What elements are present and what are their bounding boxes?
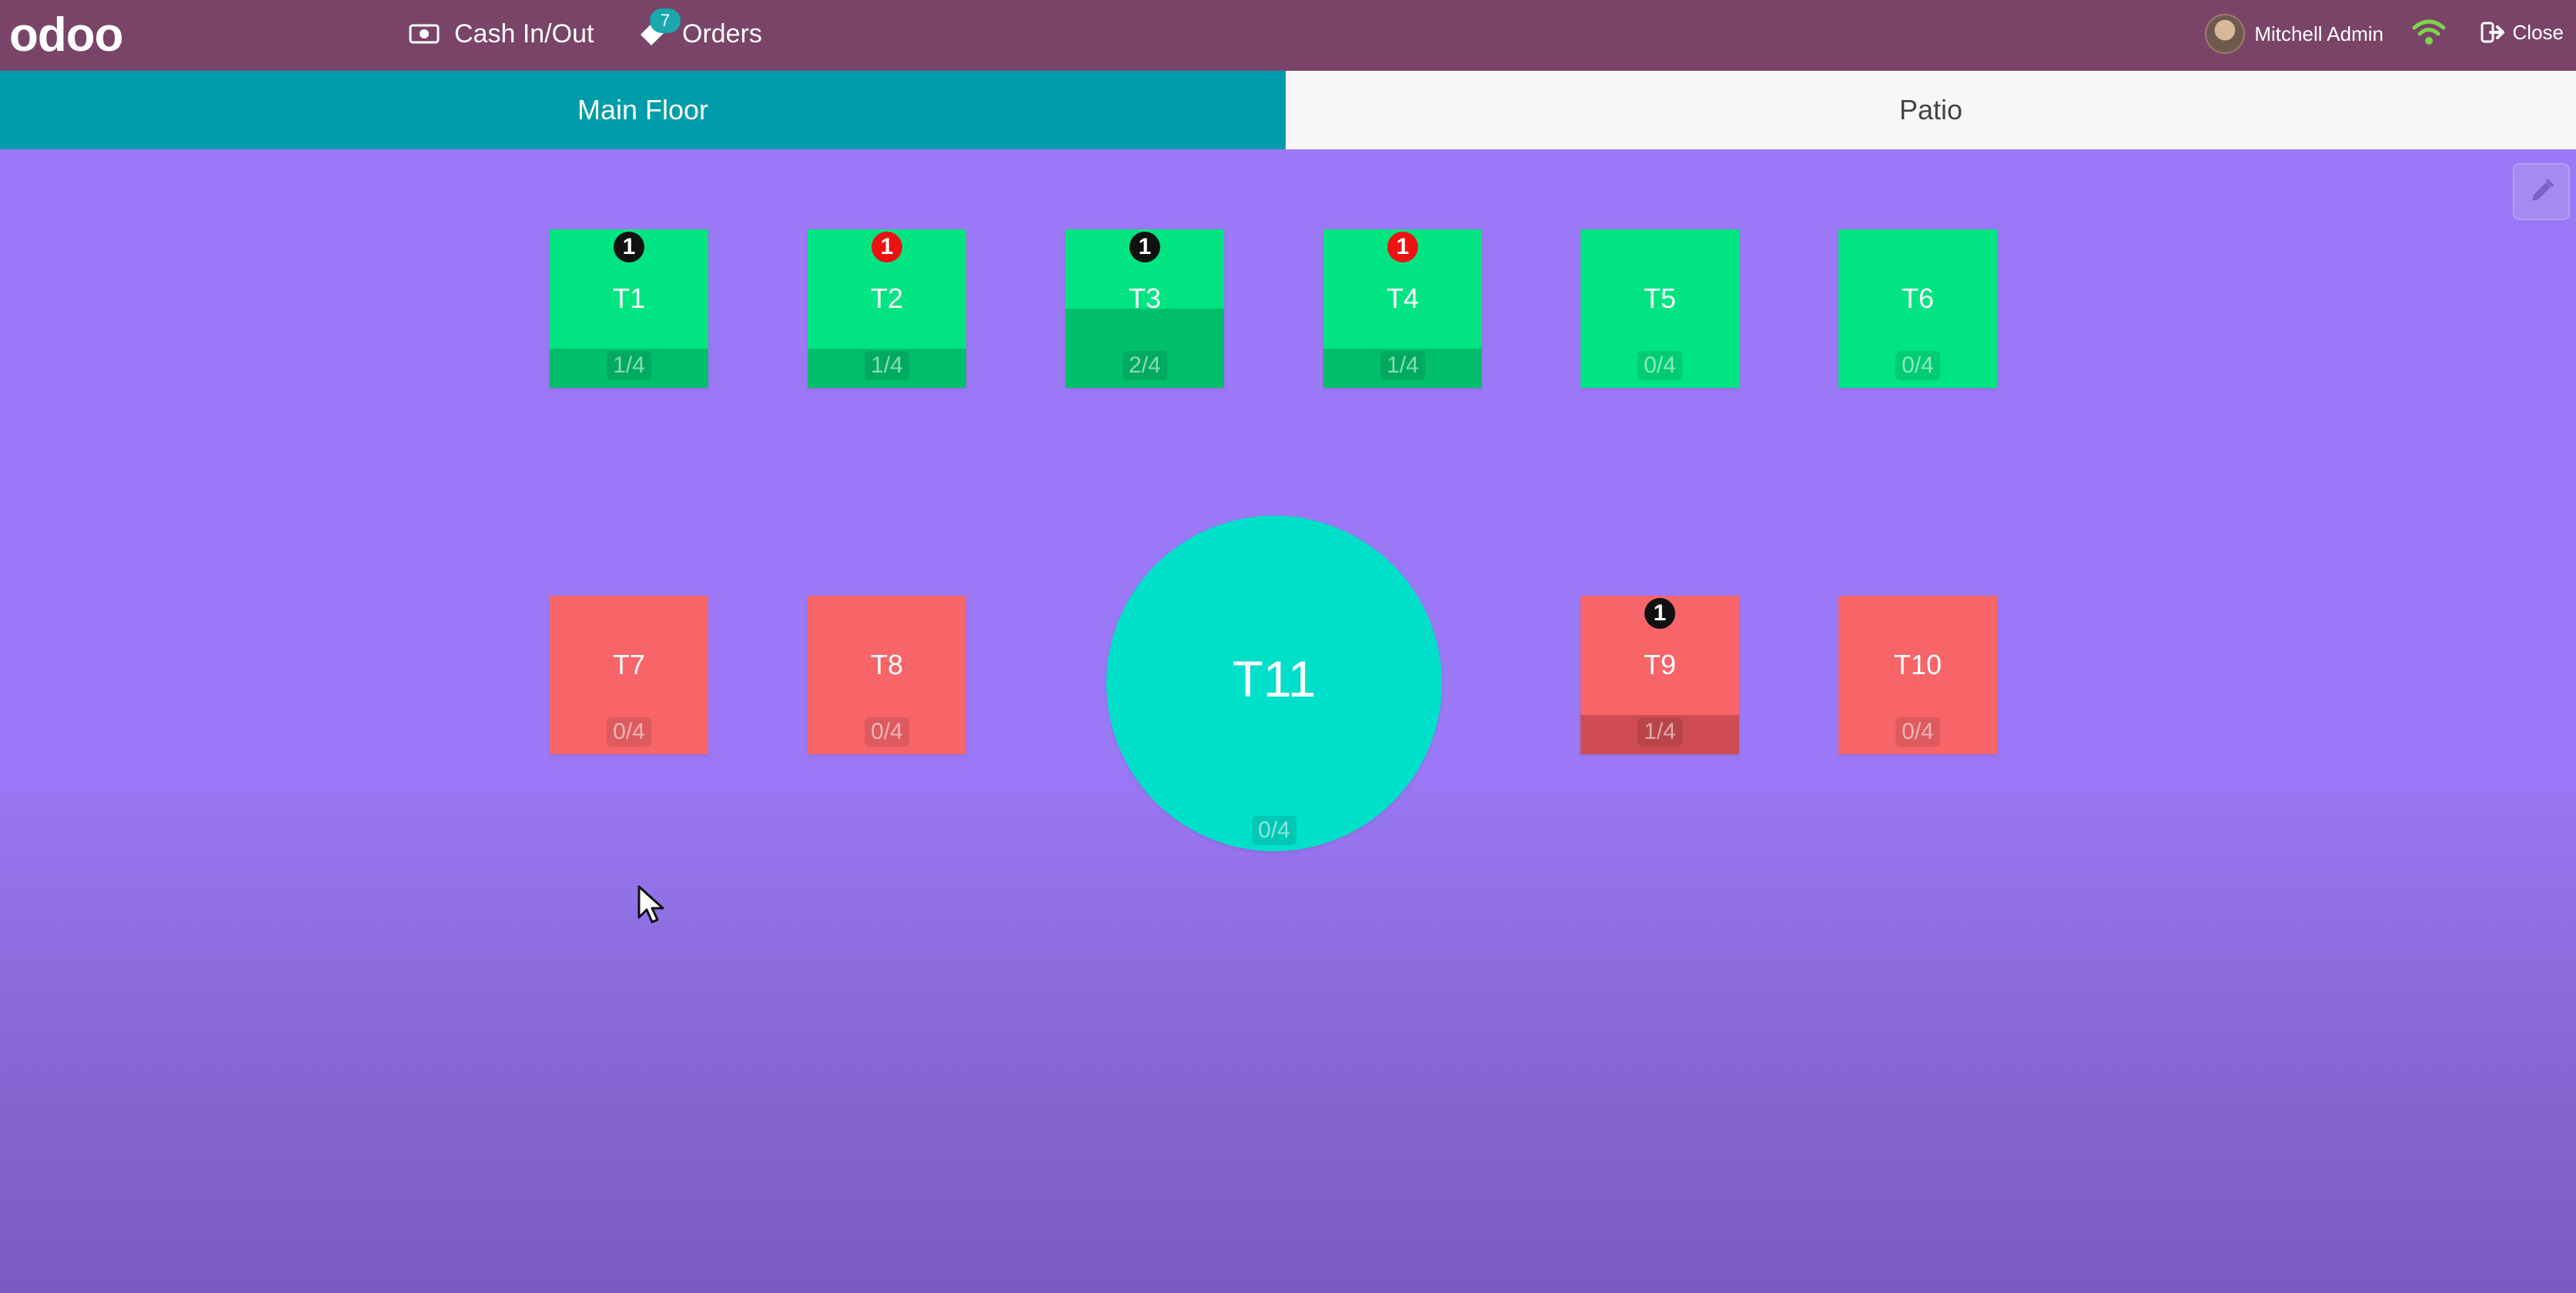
table-name: T9 <box>1643 649 1676 680</box>
table-name: T8 <box>870 649 903 680</box>
table-t3[interactable]: 1 T3 2/4 <box>1066 229 1224 388</box>
table-seats: 1/4 <box>607 351 651 380</box>
table-seats: 0/4 <box>607 717 651 747</box>
table-name: T11 <box>1232 650 1316 707</box>
sign-out-icon <box>2481 22 2504 43</box>
cash-in-out-label: Cash In/Out <box>454 18 594 48</box>
orders-count-badge: 7 <box>650 8 681 33</box>
table-t6[interactable]: T6 0/4 <box>1838 229 1997 388</box>
table-seats: 1/4 <box>865 351 909 380</box>
table-t8[interactable]: T8 0/4 <box>808 596 966 754</box>
table-t11[interactable]: T11 0/4 <box>1106 516 1442 851</box>
table-t10[interactable]: T10 0/4 <box>1838 596 1997 754</box>
order-count-badge: 1 <box>1644 598 1675 629</box>
table-name: T3 <box>1128 282 1161 314</box>
table-name: T7 <box>612 649 645 680</box>
table-seats: 1/4 <box>1638 717 1682 747</box>
table-t9[interactable]: 1 T9 1/4 <box>1581 596 1739 754</box>
table-t4[interactable]: 1 T4 1/4 <box>1323 229 1482 388</box>
pencil-icon <box>2532 179 2554 201</box>
cash-icon <box>408 18 440 50</box>
tab-patio[interactable]: Patio <box>1286 71 2576 150</box>
orders-label: Orders <box>682 18 762 48</box>
mouse-cursor-icon <box>637 885 664 924</box>
table-seats: 1/4 <box>1380 351 1425 380</box>
table-seats: 0/4 <box>1638 351 1682 380</box>
table-t2[interactable]: 1 T2 1/4 <box>808 229 966 388</box>
top-bar: odoo Cash In/Out 7 Orders Mitchell Admin… <box>0 0 2576 71</box>
cash-in-out-button[interactable]: Cash In/Out <box>408 12 594 55</box>
close-label: Close <box>2512 20 2564 44</box>
table-seats: 2/4 <box>1122 351 1167 380</box>
edit-floor-button[interactable] <box>2513 163 2570 220</box>
orders-button[interactable]: 7 Orders <box>636 8 762 55</box>
odoo-logo: odoo <box>9 8 123 62</box>
table-seats: 0/4 <box>1895 717 1940 747</box>
pos-floor-screen: odoo Cash In/Out 7 Orders Mitchell Admin… <box>0 0 2576 1293</box>
table-seats: 0/4 <box>1895 351 1940 380</box>
wifi-icon <box>2412 19 2446 45</box>
floor-plan: 1 T1 1/4 1 T2 1/4 1 T3 2/4 1 T4 1/4 T5 0… <box>0 149 2576 1293</box>
user-menu[interactable]: Mitchell Admin <box>2205 14 2384 54</box>
table-name: T2 <box>870 282 903 314</box>
table-t1[interactable]: 1 T1 1/4 <box>550 229 708 388</box>
user-name: Mitchell Admin <box>2254 22 2384 45</box>
order-count-badge: 1 <box>1129 232 1160 262</box>
table-seats: 0/4 <box>865 717 909 747</box>
table-t7[interactable]: T7 0/4 <box>550 596 708 754</box>
order-count-badge: 1 <box>871 232 902 262</box>
table-name: T5 <box>1643 282 1676 314</box>
avatar <box>2205 14 2246 54</box>
table-seats: 0/4 <box>1252 816 1296 845</box>
close-button[interactable]: Close <box>2481 17 2564 48</box>
orders-tag-icon: 7 <box>636 8 681 50</box>
table-t5[interactable]: T5 0/4 <box>1581 229 1739 388</box>
table-name: T10 <box>1893 649 1942 680</box>
order-count-badge: 1 <box>614 232 644 262</box>
tab-main-floor[interactable]: Main Floor <box>0 71 1286 149</box>
table-name: T4 <box>1386 282 1419 314</box>
table-name: T6 <box>1901 282 1934 314</box>
order-count-badge: 1 <box>1387 232 1418 262</box>
table-name: T1 <box>612 282 645 314</box>
